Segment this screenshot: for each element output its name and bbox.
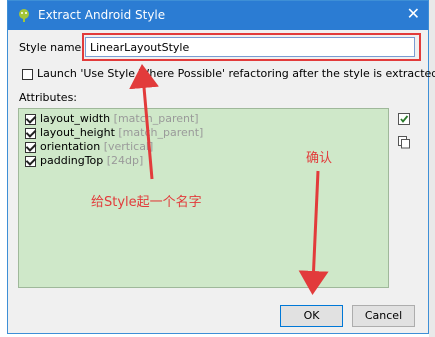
arrow-to-ok [298,170,329,295]
ok-button[interactable]: OK [280,305,343,327]
extract-style-dialog: Extract Android Style ✕ Style name: Laun… [7,0,435,334]
annotation-arrows [129,64,329,295]
annotation-confirm-hint: 确认 [306,151,333,166]
cancel-button[interactable]: Cancel [352,305,415,327]
arrow-to-style-name [129,64,159,180]
annotation-name-hint: 给Style起一个名字 [91,195,202,210]
